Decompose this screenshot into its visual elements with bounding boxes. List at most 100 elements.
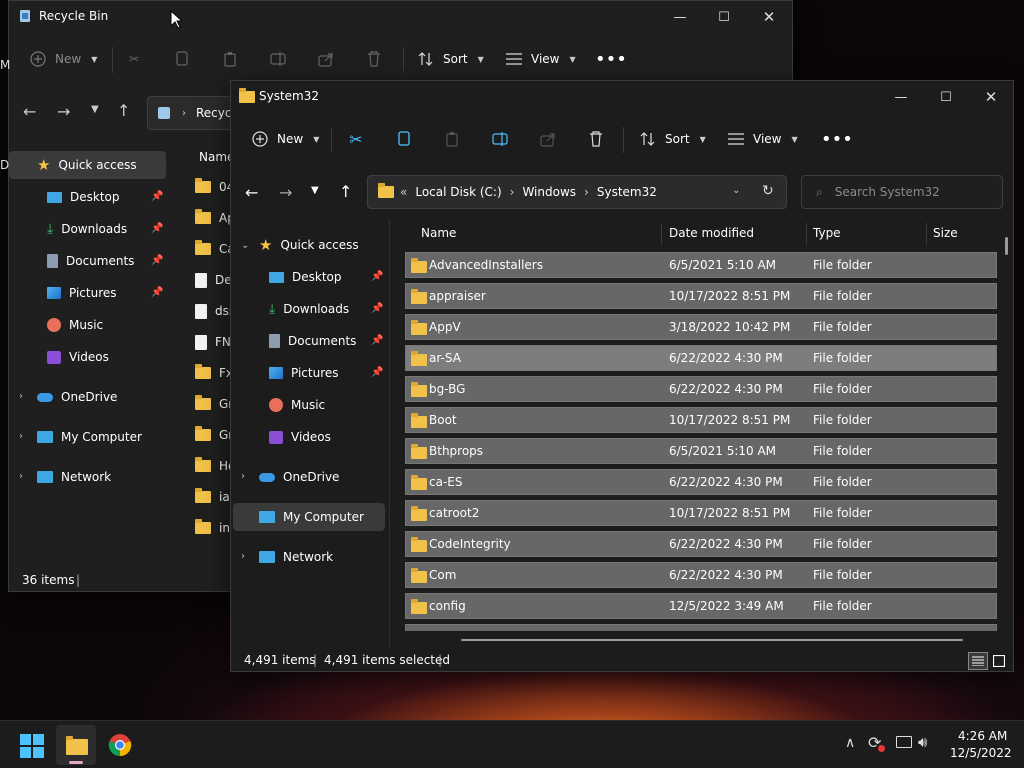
sidebar-item-quick-access[interactable]: ★ Quick access (259, 231, 387, 259)
close-button[interactable]: ✕ (746, 1, 792, 33)
back-arrow-icon[interactable]: ← (23, 102, 36, 121)
table-row[interactable]: config 12/5/2022 3:49 AM File folder (405, 593, 997, 619)
volume-icon[interactable]: 🔊︎ (918, 733, 927, 751)
pane-divider[interactable] (389, 219, 390, 649)
paste-button[interactable] (221, 39, 239, 79)
forward-arrow-icon[interactable]: → (57, 102, 70, 121)
sidebar-item-onedrive[interactable]: OneDrive (37, 383, 167, 411)
breadcrumb-windows[interactable]: Windows (522, 185, 576, 199)
table-row[interactable]: catroot2 10/17/2022 8:51 PM File folder (405, 500, 997, 526)
up-arrow-icon[interactable]: ↑ (117, 101, 130, 120)
cut-button[interactable]: ✂ (125, 39, 143, 79)
pin-icon[interactable]: 📌 (371, 271, 383, 282)
share-button[interactable] (539, 119, 557, 159)
column-header-date-modified[interactable]: Date modified (669, 219, 754, 247)
pin-icon[interactable]: 📌 (151, 191, 163, 202)
sidebar-item-downloads[interactable]: ⤓ Downloads (47, 215, 167, 243)
minimize-button[interactable]: — (878, 81, 924, 113)
title-bar[interactable]: System32 — ☐ ✕ (231, 81, 1013, 113)
sidebar-item-network[interactable]: Network (37, 463, 167, 491)
sidebar-item-pictures[interactable]: Pictures (269, 359, 387, 387)
share-button[interactable] (317, 39, 335, 79)
copy-button[interactable] (395, 119, 413, 159)
minimize-button[interactable]: — (657, 1, 703, 33)
cut-button[interactable]: ✂ (347, 119, 365, 159)
expand-chevron-icon[interactable]: › (241, 551, 245, 562)
table-row[interactable]: Bthprops 6/5/2021 5:10 AM File folder (405, 438, 997, 464)
clock-time[interactable]: 4:26 AM (958, 729, 1007, 743)
maximize-button[interactable]: ☐ (923, 81, 969, 113)
pin-icon[interactable]: 📌 (151, 287, 163, 298)
start-button[interactable] (20, 734, 44, 758)
sidebar-item-music[interactable]: Music (47, 311, 167, 339)
show-hidden-icons-chevron-icon[interactable]: ∧ (845, 735, 855, 751)
title-bar[interactable]: Recycle Bin — ☐ ✕ (9, 1, 792, 33)
sidebar-item-desktop[interactable]: Desktop (47, 183, 167, 211)
expand-chevron-icon[interactable]: › (19, 391, 23, 402)
column-divider[interactable] (926, 223, 927, 245)
up-arrow-icon[interactable]: ↑ (339, 182, 352, 201)
system32-window[interactable]: System32 — ☐ ✕ New ▼ ✂ Sort ▼ View ▼ ••• ← … (230, 80, 1014, 672)
sidebar-item-documents[interactable]: Documents (269, 327, 387, 355)
sidebar-item-quick-access[interactable]: ★ Quick access (9, 151, 166, 179)
new-button[interactable]: New ▼ (251, 119, 319, 159)
pin-icon[interactable]: 📌 (151, 223, 163, 234)
sort-button[interactable]: Sort ▼ (417, 39, 484, 79)
forward-arrow-icon[interactable]: → (279, 183, 292, 202)
table-row[interactable]: AppV 3/18/2022 10:42 PM File folder (405, 314, 997, 340)
recent-locations-icon[interactable]: ▼ (311, 185, 319, 196)
sidebar-item-music[interactable]: Music (269, 391, 387, 419)
vertical-scrollbar[interactable] (1005, 237, 1008, 255)
breadcrumb-system32[interactable]: System32 (597, 185, 657, 199)
expand-chevron-icon[interactable]: › (19, 471, 23, 482)
pin-icon[interactable]: 📌 (371, 335, 383, 346)
rename-button[interactable] (491, 119, 509, 159)
maximize-button[interactable]: ☐ (701, 1, 747, 33)
paste-button[interactable] (443, 119, 461, 159)
delete-button[interactable] (365, 39, 383, 79)
rename-button[interactable] (269, 39, 287, 79)
sidebar-item-my-computer[interactable]: My Computer (37, 423, 167, 451)
collapse-chevron-icon[interactable]: ⌄ (241, 240, 249, 251)
table-row[interactable]: ca-ES 6/22/2022 4:30 PM File folder (405, 469, 997, 495)
recent-locations-icon[interactable]: ▼ (91, 104, 99, 115)
clock-date[interactable]: 12/5/2022 (950, 746, 1012, 760)
chrome-taskbar-button[interactable] (108, 733, 132, 757)
sidebar-item-my-computer[interactable]: My Computer (233, 503, 385, 531)
pin-icon[interactable]: 📌 (371, 303, 383, 314)
table-row[interactable]: AdvancedInstallers 6/5/2021 5:10 AM File f… (405, 252, 997, 278)
sidebar-item-network[interactable]: Network (259, 543, 387, 571)
sidebar-item-desktop[interactable]: Desktop (269, 263, 387, 291)
sidebar-item-videos[interactable]: Videos (47, 343, 167, 371)
column-header-type[interactable]: Type (813, 219, 841, 247)
sidebar-item-downloads[interactable]: ⤓ Downloads (269, 295, 387, 323)
column-header-name[interactable]: Name (421, 219, 456, 247)
expand-chevron-icon[interactable]: › (241, 471, 245, 482)
search-box[interactable]: ⌕ Search System32 (801, 175, 1003, 209)
sidebar-item-onedrive[interactable]: OneDrive (259, 463, 387, 491)
pin-icon[interactable]: 📌 (371, 367, 383, 378)
sort-button[interactable]: Sort ▼ (639, 119, 706, 159)
more-options-button[interactable]: ••• (595, 39, 627, 79)
horizontal-scrollbar[interactable] (461, 639, 963, 641)
table-row[interactable]: appraiser 10/17/2022 8:51 PM File folder (405, 283, 997, 309)
file-explorer-taskbar-button[interactable] (56, 725, 96, 765)
back-arrow-icon[interactable]: ← (245, 183, 258, 202)
delete-button[interactable] (587, 119, 605, 159)
table-row[interactable]: Boot 10/17/2022 8:51 PM File folder (405, 407, 997, 433)
copy-button[interactable] (173, 39, 191, 79)
column-divider[interactable] (661, 223, 662, 245)
table-row[interactable]: bg-BG 6/22/2022 4:30 PM File folder (405, 376, 997, 402)
view-button[interactable]: View ▼ (727, 119, 798, 159)
table-row[interactable]: Com 6/22/2022 4:30 PM File folder (405, 562, 997, 588)
sidebar-item-videos[interactable]: Videos (269, 423, 387, 451)
new-button[interactable]: New ▼ (29, 39, 97, 79)
column-header-size[interactable]: Size (933, 219, 958, 247)
more-options-button[interactable]: ••• (821, 119, 853, 159)
sidebar-item-pictures[interactable]: Pictures (47, 279, 167, 307)
address-bar[interactable]: « Local Disk (C:) › Windows › System32 ⌄… (367, 175, 787, 209)
close-button[interactable]: ✕ (968, 81, 1014, 113)
breadcrumb-overflow[interactable]: « (400, 185, 407, 199)
expand-chevron-icon[interactable]: › (19, 431, 23, 442)
table-row[interactable]: CodeIntegrity 6/22/2022 4:30 PM File folde… (405, 531, 997, 557)
